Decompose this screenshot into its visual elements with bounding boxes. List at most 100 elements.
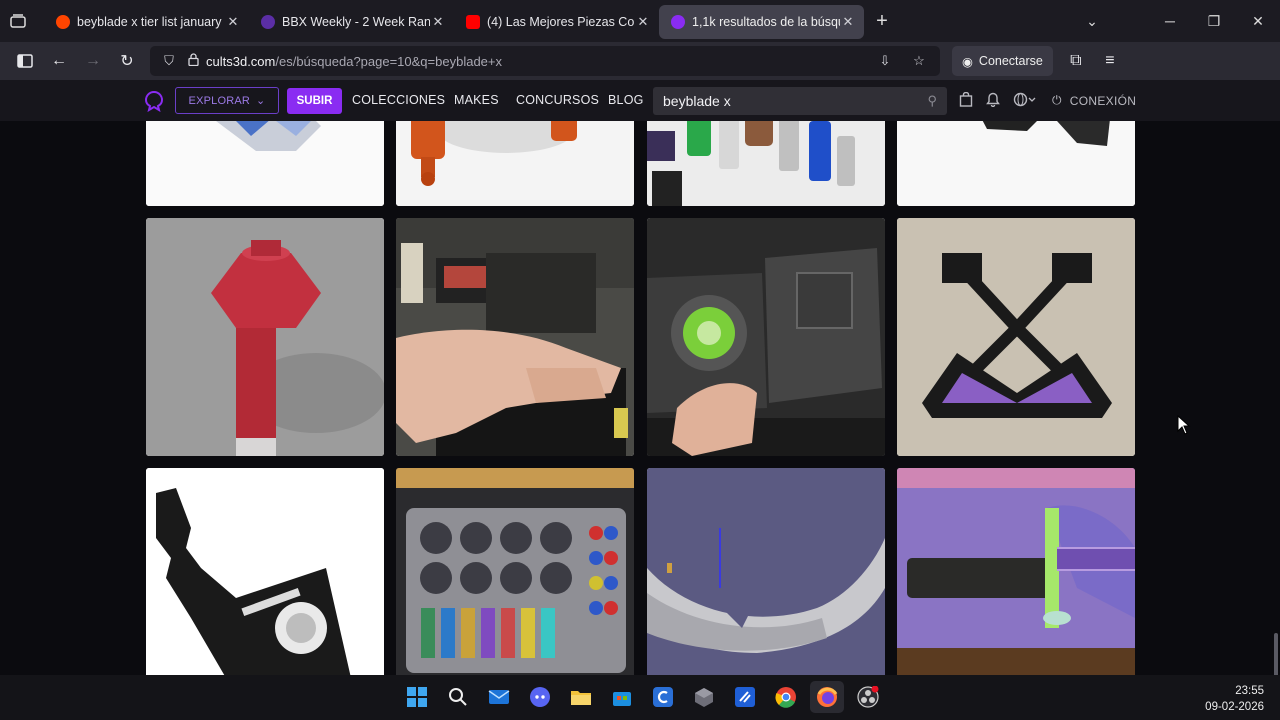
upload-button[interactable]: SUBIR	[287, 88, 342, 114]
tab-title: beyblade x tier list january 2026	[77, 14, 225, 29]
reddit-favicon-icon	[56, 14, 70, 29]
result-thumbnail	[647, 121, 885, 206]
result-thumbnail	[396, 218, 634, 456]
result-card[interactable]	[146, 218, 384, 456]
site-header: EXPLORAR ⌄ SUBIR COLECCIONES MAKES CONCU…	[0, 80, 1280, 121]
address-bar[interactable]: ⛉ cults3d.com/es/búsqueda?page=10&q=beyb…	[150, 46, 940, 76]
browser-tab-strip: beyblade x tier list january 2026 ✕ BBX …	[0, 0, 1280, 42]
tab-cults3d-search[interactable]: 1,1k resultados de la búsqueda ✕	[659, 4, 864, 39]
file-explorer-icon[interactable]	[564, 681, 598, 713]
reload-icon[interactable]: ↻	[110, 46, 144, 76]
search-query: beyblade x	[663, 93, 731, 109]
result-card[interactable]	[146, 468, 384, 675]
power-icon: ⏻	[1052, 93, 1062, 107]
result-card[interactable]	[897, 468, 1135, 675]
forward-arrow-icon[interactable]: →	[76, 46, 110, 76]
result-thumbnail	[897, 218, 1135, 456]
mail-app-icon[interactable]	[482, 681, 516, 713]
clock-date: 09-02-2026	[1205, 701, 1264, 713]
new-tab-button[interactable]: +	[864, 10, 900, 33]
tab-youtube[interactable]: (4) Las Mejores Piezas Competi ✕	[454, 5, 659, 39]
cults-favicon-icon	[671, 14, 685, 29]
close-tab-icon[interactable]: ✕	[430, 14, 446, 30]
result-thumbnail	[146, 121, 384, 206]
windows-start-icon[interactable]	[400, 681, 434, 713]
language-globe-icon[interactable]	[1013, 92, 1037, 110]
explore-dropdown-button[interactable]: EXPLORAR ⌄	[175, 87, 279, 114]
tabs-icon	[10, 14, 26, 28]
search-results-grid	[0, 121, 1280, 675]
tab-bbx-weekly[interactable]: BBX Weekly - 2 Week Rankings ✕	[249, 5, 454, 39]
account-signin-button[interactable]: ◉ Conectarse	[952, 46, 1053, 76]
explore-label: EXPLORAR	[188, 94, 251, 107]
result-thumbnail	[897, 468, 1135, 675]
app-menu-icon[interactable]: ≡	[1093, 46, 1127, 76]
nav-link-colecciones[interactable]: COLECCIONES	[352, 93, 445, 107]
youtube-favicon-icon	[466, 14, 480, 29]
mouse-cursor-icon	[1177, 415, 1191, 435]
vscode-icon[interactable]	[728, 681, 762, 713]
windows-taskbar: 23:55 09-02-2026	[0, 675, 1280, 720]
result-thumbnail	[396, 121, 634, 206]
tab-reddit[interactable]: beyblade x tier list january 2026 ✕	[44, 5, 249, 39]
url-host: cults3d.com	[206, 53, 276, 69]
search-icon[interactable]: ⚲	[927, 93, 937, 109]
cults-logo-icon[interactable]	[143, 90, 165, 112]
result-card[interactable]	[146, 121, 384, 206]
result-card[interactable]	[396, 218, 634, 456]
result-thumbnail	[647, 218, 885, 456]
list-all-tabs-button[interactable]	[0, 0, 36, 42]
clock-time: 23:55	[1235, 685, 1264, 697]
lock-icon[interactable]	[182, 53, 204, 69]
url-path: /es/búsqueda?page=10&q=beyblade+x	[275, 53, 502, 69]
result-card[interactable]	[647, 121, 885, 206]
result-thumbnail	[396, 468, 634, 675]
discord-icon[interactable]	[523, 681, 557, 713]
result-thumbnail	[146, 468, 384, 675]
page-scrollbar[interactable]	[1274, 633, 1278, 675]
tab-title: BBX Weekly - 2 Week Rankings	[282, 14, 430, 29]
site-search-input[interactable]: beyblade x ⚲	[653, 87, 947, 115]
result-card[interactable]	[396, 468, 634, 675]
bookmark-star-icon[interactable]: ☆	[908, 53, 930, 69]
notification-bell-icon[interactable]	[986, 92, 1000, 110]
result-thumbnail	[146, 218, 384, 456]
store-icon[interactable]	[605, 681, 639, 713]
close-tab-icon[interactable]: ✕	[225, 14, 241, 30]
close-window-icon[interactable]: ✕	[1236, 13, 1280, 30]
chrome-icon[interactable]	[769, 681, 803, 713]
result-card[interactable]	[647, 218, 885, 456]
back-arrow-icon[interactable]: ←	[42, 46, 76, 76]
result-card[interactable]	[396, 121, 634, 206]
close-tab-icon[interactable]: ✕	[635, 14, 651, 30]
tab-overflow-chevron-icon[interactable]: ⌄	[1070, 13, 1114, 30]
restore-window-icon[interactable]: ❐	[1192, 13, 1236, 30]
result-card[interactable]	[647, 468, 885, 675]
result-card[interactable]	[897, 121, 1135, 206]
extensions-icon[interactable]: ⧉	[1059, 46, 1093, 76]
result-card[interactable]	[897, 218, 1135, 456]
login-button[interactable]: ⏻ CONEXIÓN	[1052, 93, 1136, 108]
tab-title: 1,1k resultados de la búsqueda	[692, 14, 840, 29]
system-clock[interactable]: 23:55 09-02-2026	[1205, 683, 1264, 715]
save-page-icon[interactable]: ⇩	[874, 53, 896, 69]
close-tab-icon[interactable]: ✕	[840, 14, 856, 30]
c-app-icon[interactable]	[646, 681, 680, 713]
chevron-down-icon: ⌄	[256, 95, 266, 107]
result-thumbnail	[897, 121, 1135, 206]
account-icon: ◉	[962, 54, 973, 69]
search-icon[interactable]	[441, 681, 475, 713]
minimize-window-icon[interactable]: ─	[1148, 13, 1192, 29]
bbx-favicon-icon	[261, 14, 275, 29]
browser-toolbar: ← → ↻ ⛉ cults3d.com/es/búsqueda?page=10&…	[0, 42, 1280, 80]
cube-app-icon[interactable]	[687, 681, 721, 713]
firefox-icon[interactable]	[810, 681, 844, 713]
nav-link-concursos[interactable]: CONCURSOS	[516, 93, 599, 107]
nav-link-makes[interactable]: MAKES	[454, 93, 499, 107]
shopping-bag-icon[interactable]	[959, 91, 973, 110]
tab-title: (4) Las Mejores Piezas Competi	[487, 14, 635, 29]
nav-link-blog[interactable]: BLOG	[608, 93, 644, 107]
sidebar-toggle-icon[interactable]	[8, 46, 42, 76]
obs-icon[interactable]	[851, 681, 885, 713]
shield-icon[interactable]: ⛉	[158, 53, 180, 69]
